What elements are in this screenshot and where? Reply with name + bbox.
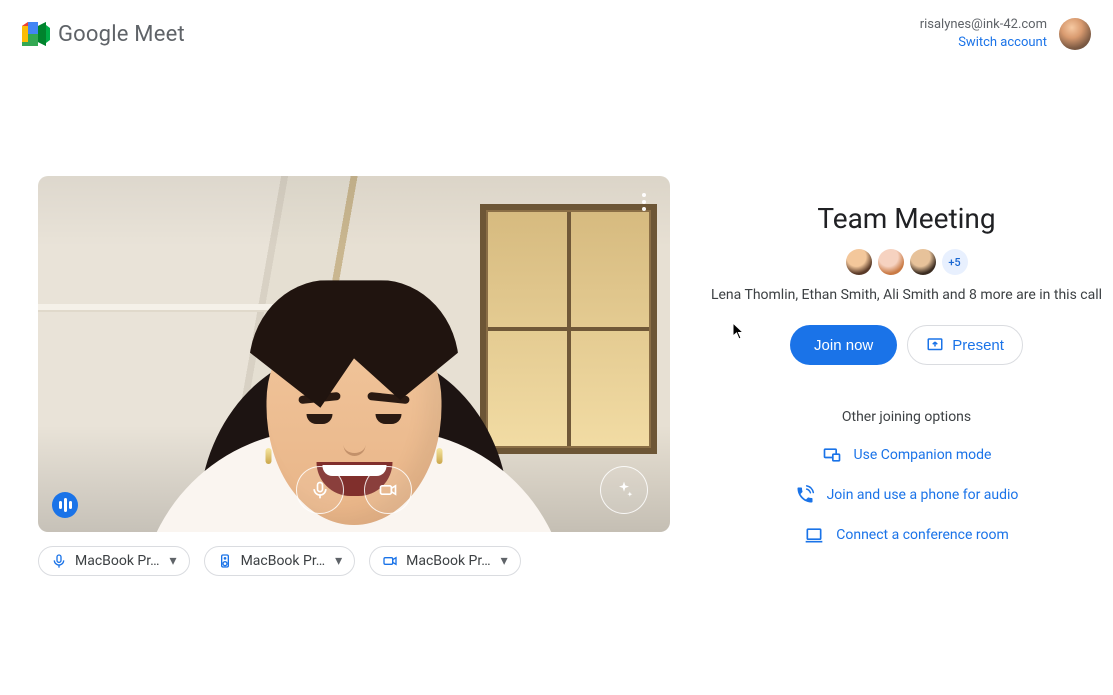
camera-icon xyxy=(382,553,398,569)
companion-mode-link[interactable]: Use Companion mode xyxy=(822,445,992,465)
present-button[interactable]: Present xyxy=(907,325,1023,365)
phone-audio-label: Join and use a phone for audio xyxy=(827,487,1019,503)
participant-avatar xyxy=(878,249,904,275)
toggle-mic-button[interactable] xyxy=(296,466,344,514)
companion-mode-label: Use Companion mode xyxy=(854,447,992,463)
brand: Google Meet xyxy=(22,22,185,47)
other-options-heading: Other joining options xyxy=(842,409,971,425)
participant-avatar xyxy=(846,249,872,275)
camera-device-selector[interactable]: MacBook Pr… ▾ xyxy=(369,546,521,576)
self-preview-video xyxy=(38,176,670,532)
preview-more-button[interactable] xyxy=(632,190,656,214)
speaking-indicator-icon xyxy=(52,492,78,518)
mic-device-label: MacBook Pr… xyxy=(75,553,160,569)
mic-icon xyxy=(310,480,330,500)
mic-icon xyxy=(51,553,67,569)
camera-icon xyxy=(378,480,398,500)
conference-room-label: Connect a conference room xyxy=(836,527,1008,543)
sparkle-icon xyxy=(614,480,634,500)
present-button-label: Present xyxy=(952,337,1004,354)
conference-room-icon xyxy=(804,525,824,545)
present-to-all-icon xyxy=(926,336,944,354)
main: MacBook Pr… ▾ MacBook Pr… ▾ MacBook Pr… … xyxy=(0,56,1113,576)
google-meet-logo-icon xyxy=(22,22,50,46)
participants-summary: Lena Thomlin, Ethan Smith, Ali Smith and… xyxy=(711,287,1102,303)
switch-account-link[interactable]: Switch account xyxy=(920,34,1047,52)
speaker-device-label: MacBook Pr… xyxy=(241,553,326,569)
toggle-camera-button[interactable] xyxy=(364,466,412,514)
join-now-button[interactable]: Join now xyxy=(790,325,897,365)
visual-effects-button[interactable] xyxy=(600,466,648,514)
mic-device-selector[interactable]: MacBook Pr… ▾ xyxy=(38,546,190,576)
account-avatar[interactable] xyxy=(1059,18,1091,50)
header: Google Meet risalynes@ink-42.com Switch … xyxy=(0,0,1113,56)
speaker-device-selector[interactable]: MacBook Pr… ▾ xyxy=(204,546,356,576)
preview-column: MacBook Pr… ▾ MacBook Pr… ▾ MacBook Pr… … xyxy=(38,176,670,576)
chevron-down-icon: ▾ xyxy=(170,553,177,569)
companion-mode-icon xyxy=(822,445,842,465)
account-email: risalynes@ink-42.com xyxy=(920,16,1047,34)
participant-avatars: +5 xyxy=(846,249,968,275)
conference-room-link[interactable]: Connect a conference room xyxy=(804,525,1008,545)
meeting-panel: Team Meeting +5 Lena Thomlin, Ethan Smit… xyxy=(700,176,1113,576)
phone-audio-icon xyxy=(795,485,815,505)
more-vertical-icon xyxy=(642,192,646,213)
camera-device-label: MacBook Pr… xyxy=(406,553,491,569)
chevron-down-icon: ▾ xyxy=(335,553,342,569)
participant-avatar xyxy=(910,249,936,275)
brand-text: Google Meet xyxy=(58,22,185,47)
meeting-title: Team Meeting xyxy=(817,202,995,235)
speaker-icon xyxy=(217,553,233,569)
participant-overflow-badge[interactable]: +5 xyxy=(942,249,968,275)
phone-audio-link[interactable]: Join and use a phone for audio xyxy=(795,485,1019,505)
account-block: risalynes@ink-42.com Switch account xyxy=(920,16,1091,51)
device-selectors: MacBook Pr… ▾ MacBook Pr… ▾ MacBook Pr… … xyxy=(38,546,670,576)
chevron-down-icon: ▾ xyxy=(501,553,508,569)
